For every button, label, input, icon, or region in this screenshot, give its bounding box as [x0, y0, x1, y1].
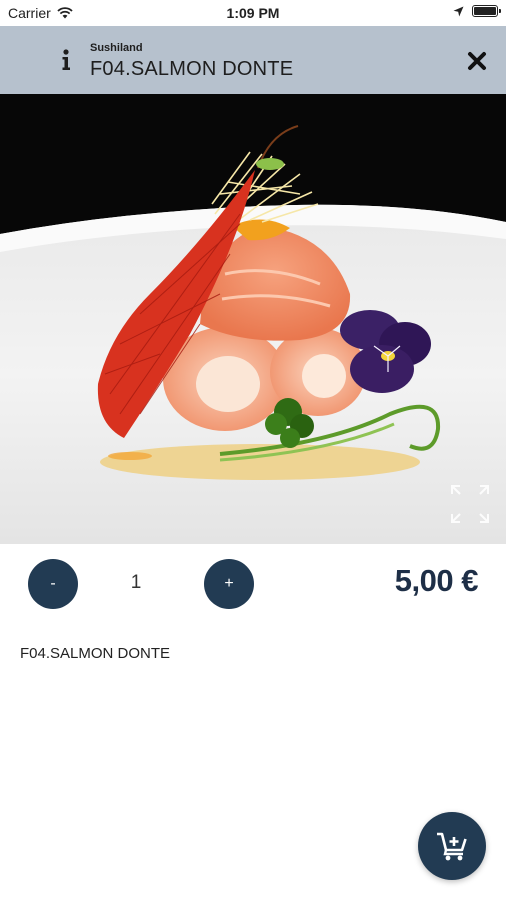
- header-bar: Sushiland F04.SALMON DONTE: [0, 26, 506, 94]
- page-title: F04.SALMON DONTE: [90, 58, 294, 80]
- product-image: [0, 94, 506, 544]
- quantity-value: 1: [130, 572, 142, 593]
- decrease-quantity-button[interactable]: -: [28, 559, 78, 609]
- restaurant-name: Sushiland: [90, 42, 143, 54]
- status-bar: Carrier 1:09 PM: [0, 0, 506, 26]
- info-icon[interactable]: [58, 48, 74, 72]
- status-time: 1:09 PM: [226, 5, 280, 21]
- cart-add-icon: [437, 832, 467, 861]
- status-right: [453, 5, 501, 17]
- location-arrow-icon: [453, 6, 464, 16]
- battery-icon: [472, 5, 501, 17]
- expand-icon[interactable]: [446, 480, 494, 528]
- add-to-cart-button[interactable]: [418, 812, 486, 880]
- close-icon[interactable]: [466, 50, 488, 72]
- product-description: F04.SALMON DONTE: [20, 645, 171, 662]
- product-price: 5,00 €: [394, 563, 479, 598]
- increase-quantity-button[interactable]: +: [204, 559, 254, 609]
